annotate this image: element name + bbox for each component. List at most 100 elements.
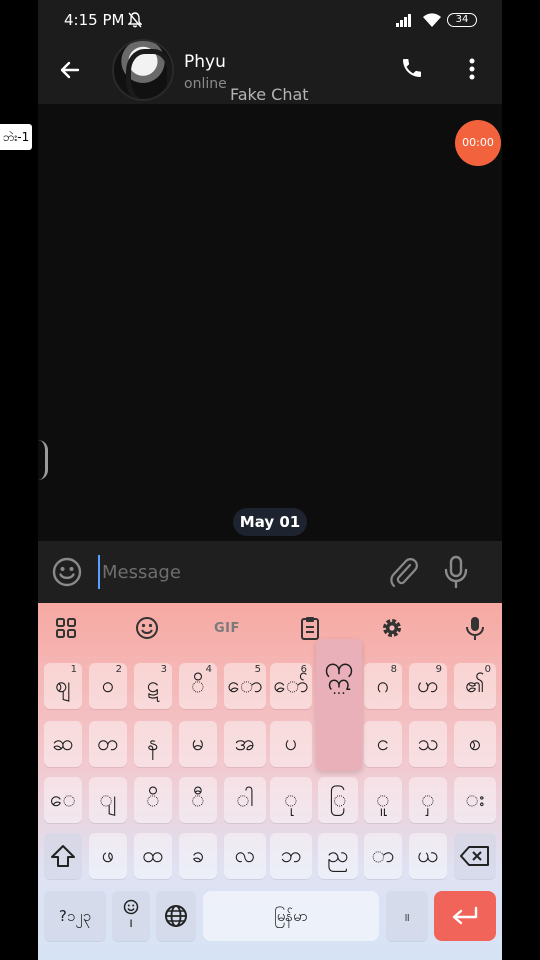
key[interactable]: ာ	[364, 833, 402, 879]
key-hint: 0	[484, 664, 491, 675]
key-hint: 8	[390, 664, 397, 675]
key-label: ိ	[191, 673, 205, 698]
key[interactable]: ည	[318, 833, 358, 879]
wifi-icon	[423, 13, 441, 27]
side-label: ဘဲး-1	[0, 124, 32, 150]
message-composer	[38, 541, 502, 603]
key[interactable]: ၏ 0	[454, 663, 496, 709]
phone-call-icon[interactable]	[400, 56, 424, 80]
backspace-icon	[460, 846, 489, 866]
popup-more-indicator: ...	[332, 682, 346, 698]
more-vertical-icon[interactable]	[468, 58, 476, 80]
gif-button[interactable]: GIF	[214, 621, 242, 647]
status-bar: 4:15 PM 34	[38, 0, 502, 40]
key[interactable]: ြ	[318, 777, 358, 823]
phone-screen: 4:15 PM 34 Phyu online Fake Chat 00:00 M	[38, 0, 502, 960]
key[interactable]: အ	[224, 721, 266, 767]
emoji-icon	[123, 899, 139, 915]
key[interactable]: န	[134, 721, 172, 767]
back-arrow-icon[interactable]	[58, 58, 82, 82]
key[interactable]: ယ	[409, 833, 447, 879]
key[interactable]: ော် 6	[270, 663, 312, 709]
backspace-key[interactable]	[454, 833, 496, 879]
battery-indicator: 34	[447, 13, 477, 27]
voice-input-icon[interactable]	[461, 615, 489, 641]
contact-status: online	[184, 76, 227, 92]
key[interactable]: ဝ2	[89, 663, 127, 709]
key[interactable]: ော 5	[224, 663, 266, 709]
message-input[interactable]	[98, 555, 378, 589]
key-popup[interactable]: ဣ ...	[316, 639, 362, 771]
smiley-icon[interactable]	[133, 615, 161, 641]
shift-key[interactable]	[44, 833, 82, 879]
key[interactable]: ူ	[364, 777, 402, 823]
microphone-icon[interactable]	[442, 555, 470, 589]
settings-gear-icon[interactable]	[378, 615, 406, 641]
key[interactable]: တ	[89, 721, 127, 767]
watermark-text: Fake Chat	[230, 85, 309, 104]
bell-off-icon	[128, 12, 142, 28]
key-hint: 6	[300, 664, 307, 675]
enter-key[interactable]	[434, 891, 496, 941]
paperclip-icon[interactable]	[388, 556, 418, 588]
key[interactable]: မ	[179, 721, 217, 767]
language-key[interactable]	[156, 891, 196, 941]
key[interactable]: ဈ1	[44, 663, 82, 709]
key[interactable]: ျ	[89, 777, 127, 823]
key[interactable]: စ	[454, 721, 496, 767]
key[interactable]: ဋ3	[134, 663, 172, 709]
shift-arrow-icon	[51, 845, 75, 867]
key-label: ော	[227, 673, 263, 698]
chat-header: Phyu online Fake Chat	[38, 39, 502, 104]
key[interactable]: ဖ	[89, 833, 127, 879]
clipboard-icon[interactable]	[296, 615, 324, 641]
emoji-key[interactable]: ı	[112, 891, 150, 941]
key-label: ဈ	[55, 673, 71, 698]
key[interactable]: ု	[270, 777, 312, 823]
edge-swipe-handle[interactable]	[38, 440, 48, 480]
key[interactable]: လ	[224, 833, 266, 879]
key[interactable]: င	[364, 721, 402, 767]
key-label: ဝ	[101, 673, 115, 698]
key[interactable]: ခ	[179, 833, 217, 879]
key[interactable]: ဟ9	[409, 663, 447, 709]
key-label: ဟ	[417, 673, 439, 698]
date-chip: May 01	[233, 508, 307, 536]
symbols-key[interactable]: ?၁၂၃	[44, 891, 106, 941]
period-key[interactable]: ။	[386, 891, 428, 941]
key-label: ဂ	[376, 673, 390, 698]
key[interactable]: သ	[409, 721, 447, 767]
space-key[interactable]: မြန်မာ	[203, 891, 379, 941]
key[interactable]: ထ	[134, 833, 172, 879]
key[interactable]: ီ	[179, 777, 217, 823]
key[interactable]: ေ	[44, 777, 82, 823]
key-hint: 1	[70, 664, 77, 675]
key[interactable]: ိ	[134, 777, 172, 823]
key[interactable]: ှ	[409, 777, 447, 823]
key[interactable]: ဘ	[270, 833, 312, 879]
emoji-icon[interactable]	[52, 557, 82, 587]
key[interactable]: း	[454, 777, 496, 823]
timer-badge[interactable]: 00:00	[455, 120, 501, 166]
signal-icon	[396, 14, 411, 27]
avatar[interactable]	[112, 39, 174, 101]
key-label: ော်	[273, 673, 309, 698]
key[interactable]: ပ	[270, 721, 312, 767]
key-hint: 2	[115, 664, 122, 675]
key[interactable]: ဂ8	[364, 663, 402, 709]
popup-character: ဣ	[324, 650, 354, 685]
contact-name[interactable]: Phyu	[184, 52, 226, 72]
key[interactable]: ိ 4	[179, 663, 217, 709]
key-hint: 3	[160, 664, 167, 675]
emoji-key-sub: ı	[129, 916, 133, 931]
key-hint: 9	[435, 664, 442, 675]
keyboard: GIF ဈ1 ဝ2 ဋ3 ိ4 ော5 ော်6 ဂ8 ဟ9 ၏0 ဆ	[38, 603, 502, 960]
key-label: ၏	[465, 673, 485, 698]
globe-icon	[165, 905, 187, 927]
key-hint: 5	[254, 664, 261, 675]
keyboard-toolbar: GIF	[38, 603, 502, 653]
key[interactable]: ါ	[224, 777, 266, 823]
apps-grid-icon[interactable]	[52, 615, 80, 641]
key[interactable]: ဆ	[44, 721, 82, 767]
enter-arrow-icon	[452, 906, 478, 925]
